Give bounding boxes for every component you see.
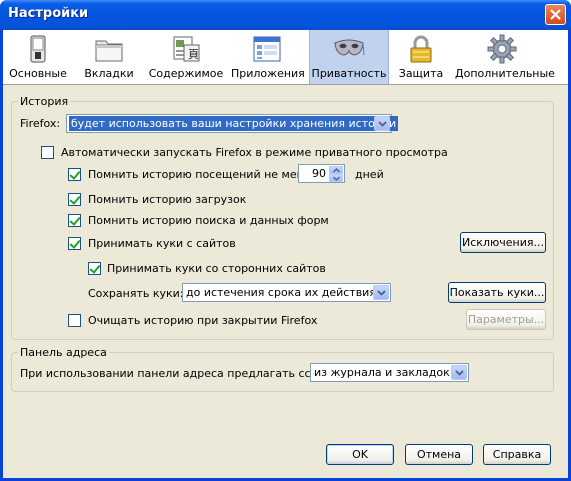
help-button[interactable]: Справка	[483, 444, 551, 465]
auto-private-label: Автоматически запускать Firefox в режиме…	[61, 146, 448, 159]
remember-visits-label: Помнить историю посещений не менее	[88, 168, 318, 181]
accept-cookies-checkbox[interactable]	[68, 237, 81, 250]
remember-visits-checkbox[interactable]	[68, 168, 81, 181]
remember-forms-checkbox[interactable]	[68, 214, 81, 227]
tab-privacy[interactable]: Приватность	[309, 30, 389, 84]
tab-advanced[interactable]: Дополнительные	[455, 30, 555, 84]
privacy-mask-icon	[334, 39, 365, 56]
history-mode-value: будет использовать ваши настройки хранен…	[69, 116, 399, 131]
close-button[interactable]	[545, 4, 566, 25]
clear-on-close-checkbox[interactable]	[68, 314, 81, 327]
suggest-label: При использовании панели адреса предлага…	[20, 367, 344, 380]
chevron-down-icon	[378, 121, 387, 127]
remember-downloads-checkbox[interactable]	[68, 193, 81, 206]
auto-private-checkbox[interactable]	[41, 146, 54, 159]
firefox-mode-label: Firefox:	[20, 117, 61, 130]
suggest-dropdown-button[interactable]	[451, 365, 467, 380]
remember-forms-label: Помнить историю поиска и данных форм	[88, 214, 329, 227]
chevron-down-icon	[377, 290, 386, 296]
preferences-window: Настройки Основные Вкладки 頁 Содержимое …	[0, 0, 571, 481]
tab-privacy-label: Приватность	[311, 67, 387, 80]
third-party-cookies-label: Принимать куки со сторонних сайтов	[107, 262, 326, 275]
content-icon: 頁	[173, 36, 200, 62]
history-days-value: 90	[312, 167, 326, 180]
chevron-down-icon	[333, 176, 340, 181]
third-party-cookies-checkbox[interactable]	[88, 262, 101, 275]
days-unit-label: дней	[355, 168, 384, 181]
history-mode-select[interactable]: будет использовать ваши настройки хранен…	[66, 114, 399, 133]
suggest-select[interactable]: из журнала и закладок	[310, 363, 469, 382]
chevron-up-icon	[333, 168, 340, 173]
tab-general[interactable]: Основные	[7, 30, 69, 84]
tab-security[interactable]: Защита	[395, 30, 447, 84]
tab-tabs[interactable]: Вкладки	[79, 30, 139, 84]
close-icon	[550, 9, 561, 20]
applications-icon	[253, 36, 281, 62]
gear-icon	[487, 34, 517, 64]
tab-applications-label: Приложения	[231, 67, 305, 80]
tab-general-label: Основные	[9, 67, 67, 80]
keep-cookies-dropdown-button[interactable]	[373, 285, 389, 300]
days-increment-button[interactable]	[329, 166, 343, 174]
remember-downloads-label: Помнить историю загрузок	[88, 193, 247, 206]
tab-applications[interactable]: Приложения	[231, 30, 305, 84]
chevron-down-icon	[455, 370, 464, 376]
ok-button[interactable]: OK	[326, 444, 394, 465]
tab-advanced-label: Дополнительные	[455, 67, 555, 80]
dialog-client: Основные Вкладки 頁 Содержимое Приложения…	[3, 30, 568, 478]
tabs-icon	[95, 40, 123, 62]
history-mode-dropdown-button[interactable]	[374, 116, 390, 131]
window-title: Настройки	[8, 6, 89, 21]
tab-security-label: Защита	[398, 67, 444, 80]
title-bar[interactable]: Настройки	[0, 0, 571, 30]
svg-text:頁: 頁	[188, 48, 199, 61]
cancel-button[interactable]: Отмена	[405, 444, 473, 465]
address-bar-legend: Панель адреса	[18, 346, 109, 359]
general-icon	[30, 35, 46, 63]
clear-on-close-label: Очищать историю при закрытии Firefox	[88, 314, 318, 327]
keep-cookies-select[interactable]: до истечения срока их действия	[182, 283, 391, 302]
history-legend: История	[18, 95, 71, 108]
tab-content-label: Содержимое	[148, 67, 224, 80]
accept-cookies-label: Принимать куки с сайтов	[88, 237, 236, 250]
tab-tabs-label: Вкладки	[84, 67, 134, 80]
show-cookies-button[interactable]: Показать куки...	[448, 282, 546, 303]
keep-cookies-value: до истечения срока их действия	[186, 286, 376, 299]
days-decrement-button[interactable]	[329, 174, 343, 182]
pane-toolbar: Основные Вкладки 頁 Содержимое Приложения…	[3, 30, 568, 85]
exceptions-button[interactable]: Исключения...	[460, 232, 546, 253]
keep-cookies-label: Сохранять куки:	[88, 287, 184, 300]
history-days-input[interactable]: 90	[298, 164, 345, 183]
clear-settings-button[interactable]: Параметры...	[466, 309, 546, 330]
lock-icon	[410, 35, 432, 63]
suggest-value: из журнала и закладок	[314, 366, 450, 379]
tab-content[interactable]: 頁 Содержимое	[147, 30, 225, 84]
